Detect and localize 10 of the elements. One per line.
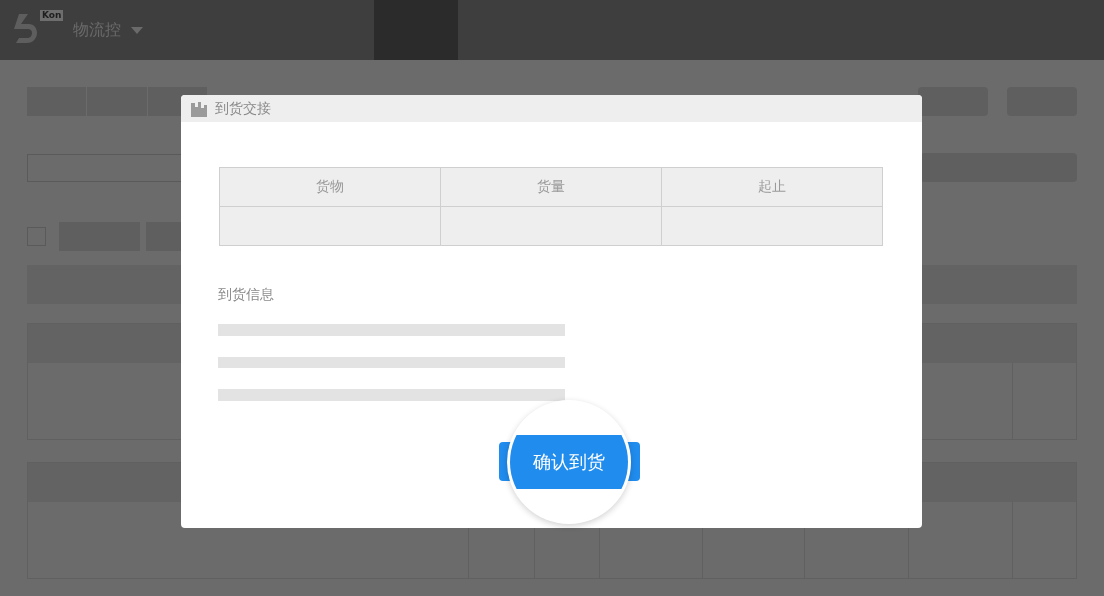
- section-label: 到货信息: [218, 286, 275, 305]
- building-icon: [191, 100, 207, 117]
- caret-icon[interactable]: [131, 26, 143, 34]
- column-header: 货量: [440, 167, 662, 207]
- column-header: 起止: [661, 167, 883, 207]
- logo-icon: [13, 12, 39, 46]
- placeholder-block: [918, 87, 988, 116]
- logo-badge: Kon: [40, 10, 64, 21]
- dialog-title: 到货交接: [215, 99, 271, 118]
- column-header: 货物: [219, 167, 441, 207]
